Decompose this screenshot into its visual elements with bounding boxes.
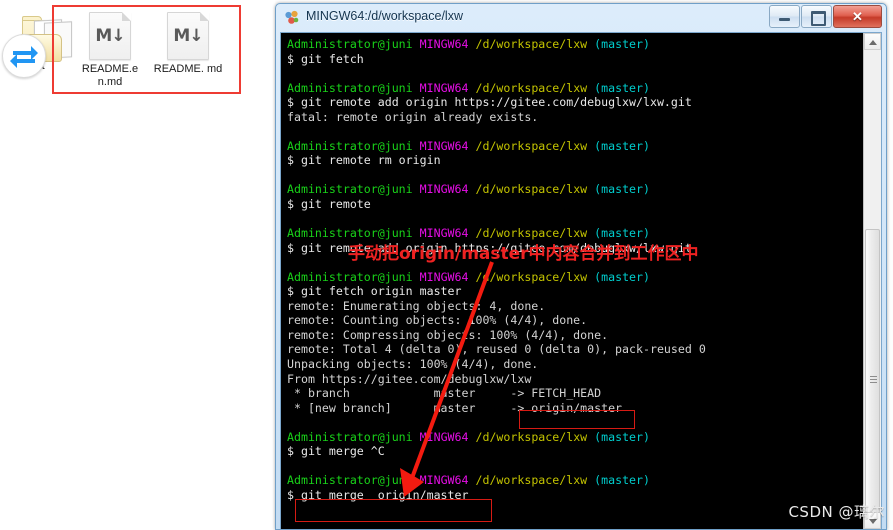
terminal-frame: Administrator@juni MINGW64 /d/workspace/…: [280, 32, 882, 529]
maximize-button[interactable]: [801, 5, 832, 28]
close-button[interactable]: ✕: [833, 5, 882, 28]
markdown-glyph: M↓: [173, 26, 203, 46]
terminal-output-line: From https://gitee.com/debuglxw/lxw: [287, 371, 532, 386]
terminal-output[interactable]: Administrator@juni MINGW64 /d/workspace/…: [281, 33, 863, 529]
desktop-area: .git M↓ README.e n.md M↓ README. md: [0, 0, 275, 530]
terminal-command-line: $ git merge ^C: [287, 444, 385, 459]
annotation-note-text: 手动把origin/master中内容合并到工作区中: [348, 244, 699, 264]
mingw-logo-icon: [284, 10, 300, 26]
terminal-prompt-line: Administrator@juni MINGW64 /d/workspace/…: [287, 182, 650, 197]
terminal-command-line: $ git remote: [287, 197, 371, 212]
terminal-scrollbar[interactable]: [863, 33, 881, 529]
terminal-output-line: remote: Enumerating objects: 4, done.: [287, 298, 546, 313]
window-controls: ✕: [768, 5, 882, 28]
watermark: CSDN @璃尔: [788, 503, 885, 521]
terminal-command-line: $ git fetch: [287, 51, 364, 66]
markdown-glyph: M↓: [95, 26, 125, 46]
terminal-prompt-line: Administrator@juni MINGW64 /d/workspace/…: [287, 269, 650, 284]
terminal-output-line: Unpacking objects: 100% (4/4), done.: [287, 357, 539, 372]
terminal-output-line: remote: Counting objects: 100% (4/4), do…: [287, 313, 588, 328]
terminal-prompt-line: Administrator@juni MINGW64 /d/workspace/…: [287, 429, 650, 444]
markdown-file-icon: M↓: [167, 12, 209, 60]
terminal-command-line: $ git fetch origin master: [287, 284, 462, 299]
scroll-up-button[interactable]: [864, 33, 881, 50]
annotation-box-merge-command: [295, 499, 492, 522]
minimize-button[interactable]: [769, 5, 800, 28]
terminal-prompt-line: Administrator@juni MINGW64 /d/workspace/…: [287, 80, 650, 95]
markdown-file-icon: M↓: [89, 12, 131, 60]
screen: .git M↓ README.e n.md M↓ README. md: [0, 0, 893, 530]
terminal-prompt-line: Administrator@juni MINGW64 /d/workspace/…: [287, 138, 650, 153]
annotation-box-origin-master: [519, 410, 635, 429]
terminal-prompt-line: Administrator@juni MINGW64 /d/workspace/…: [287, 37, 650, 51]
terminal-prompt-line: Administrator@juni MINGW64 /d/workspace/…: [287, 473, 650, 488]
sync-refresh-icon: [2, 34, 46, 78]
mingw64-window: MINGW64:/d/workspace/lxw ✕ Administrator…: [275, 3, 887, 530]
terminal-output-line: fatal: remote origin already exists.: [287, 109, 539, 124]
desktop-item-readme-en-md[interactable]: M↓ README.e n.md: [74, 12, 146, 88]
window-title: MINGW64:/d/workspace/lxw: [306, 9, 463, 23]
desktop-item-readme-md[interactable]: M↓ README. md: [152, 12, 224, 76]
close-icon: ✕: [852, 9, 863, 24]
desktop-item-label: README. md: [153, 63, 223, 75]
terminal-command-line: $ git remote rm origin: [287, 153, 441, 168]
scrollbar-thumb[interactable]: [865, 229, 880, 529]
terminal-command-line: $ git remote add origin https://gitee.co…: [287, 95, 692, 110]
terminal-output-line: * branch master -> FETCH_HEAD: [287, 386, 602, 401]
terminal-output-line: remote: Total 4 (delta 0), reused 0 (del…: [287, 342, 706, 357]
window-titlebar[interactable]: MINGW64:/d/workspace/lxw ✕: [276, 4, 886, 31]
terminal-output-line: remote: Compressing objects: 100% (4/4),…: [287, 327, 609, 342]
desktop-item-label: README.e n.md: [81, 63, 139, 88]
